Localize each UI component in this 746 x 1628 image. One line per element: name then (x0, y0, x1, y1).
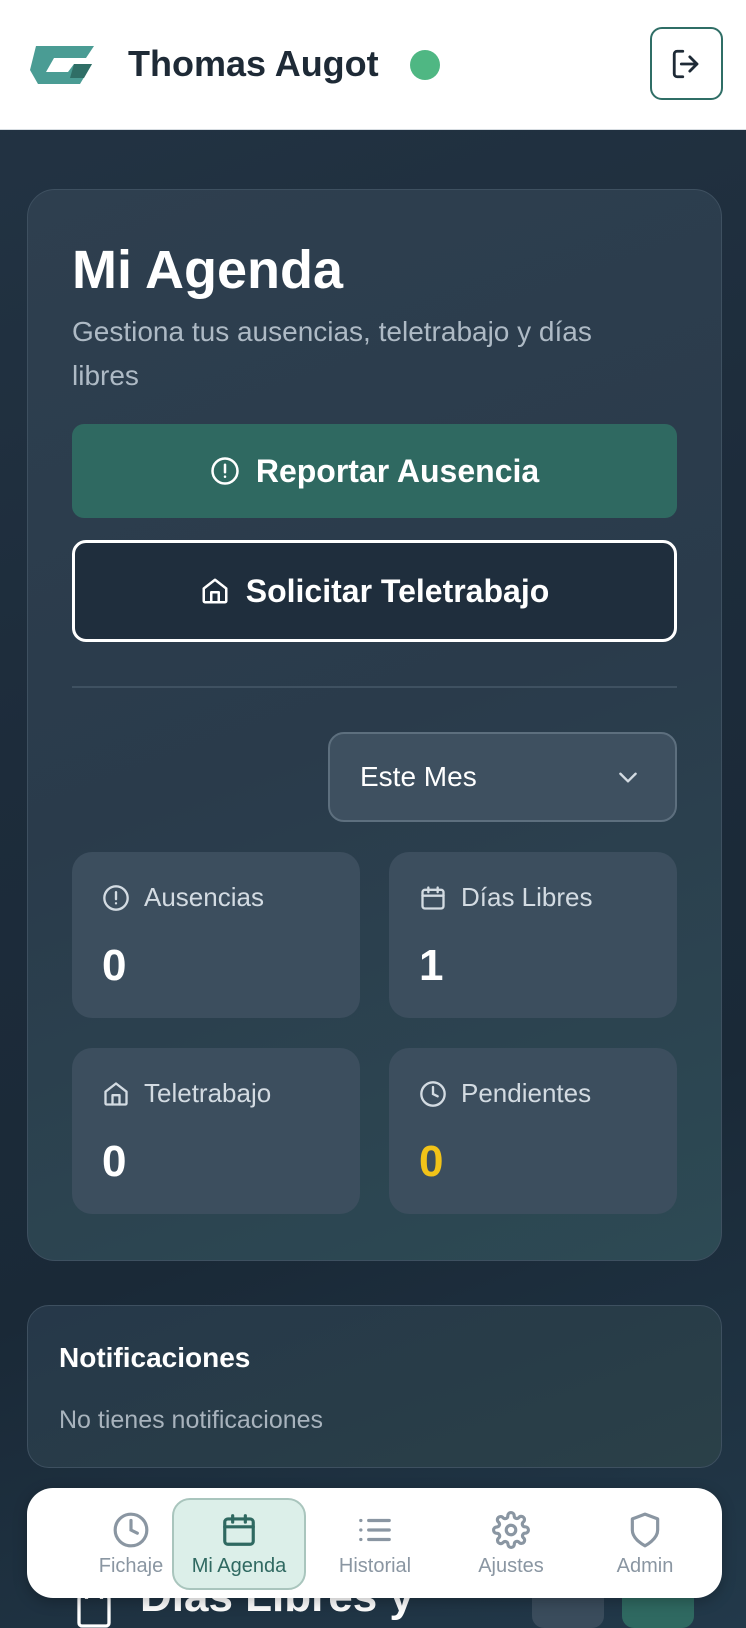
nav-item-mi-agenda[interactable]: Mi Agenda (172, 1498, 306, 1590)
period-select-value: Este Mes (360, 761, 477, 792)
logout-icon (672, 49, 698, 78)
stat-card-absences: Ausencias 0 (72, 852, 360, 1018)
request-telework-button[interactable]: Solicitar Teletrabajo (72, 540, 677, 642)
bottom-navigation: Fichaje Mi Agenda Historial Ajustes Admi… (27, 1488, 722, 1598)
clock-icon (113, 1512, 149, 1547)
gear-icon (492, 1510, 530, 1549)
user-name: Thomas Augot (128, 43, 379, 84)
calendar-icon (223, 1513, 255, 1546)
brand-logo (30, 46, 94, 84)
notifications-title: Notificaciones (59, 1342, 251, 1373)
stat-label: Días Libres (461, 882, 593, 912)
nav-item-ajustes[interactable]: Ajustes (445, 1498, 577, 1590)
nav-item-label: Historial (338, 1554, 412, 1577)
nav-item-label: Mi Agenda (191, 1554, 287, 1577)
stat-label: Ausencias (144, 882, 264, 912)
chevron-down-icon (619, 772, 637, 783)
home-icon (202, 578, 228, 604)
page-subtitle: Gestiona tus ausencias, teletrabajo y dí… (72, 316, 592, 391)
home-icon (104, 1081, 128, 1106)
alert-circle-icon (211, 457, 239, 485)
stat-label: Pendientes (461, 1078, 592, 1108)
page-title: Mi Agenda (72, 240, 344, 300)
stat-value: 0 (419, 1137, 444, 1186)
clock-icon (420, 1080, 446, 1107)
notifications-empty-text: No tienes notificaciones (59, 1406, 324, 1434)
stat-value: 1 (419, 941, 444, 990)
list-icon (359, 1518, 391, 1541)
period-select[interactable]: Este Mes (328, 732, 677, 822)
stat-card-free-days: Días Libres 1 (389, 852, 677, 1018)
nav-item-label: Ajustes (478, 1554, 544, 1577)
stat-value: 0 (102, 1137, 127, 1186)
stat-card-pending: Pendientes 0 (389, 1048, 677, 1214)
nav-item-label: Admin (616, 1554, 674, 1577)
online-status-indicator (410, 50, 440, 80)
alert-circle-icon (103, 884, 129, 911)
logout-button[interactable] (650, 27, 723, 100)
report-absence-label: Reportar Ausencia (255, 452, 540, 489)
notifications-card (27, 1305, 722, 1468)
stat-card-telework: Teletrabajo 0 (72, 1048, 360, 1214)
request-telework-label: Solicitar Teletrabajo (245, 572, 550, 609)
divider (72, 686, 677, 688)
shield-icon (630, 1512, 660, 1547)
nav-item-admin[interactable]: Admin (579, 1498, 711, 1590)
nav-item-historial[interactable]: Historial (309, 1498, 441, 1590)
stat-value: 0 (102, 941, 127, 990)
calendar-icon (421, 885, 445, 910)
report-absence-button[interactable]: Reportar Ausencia (72, 424, 677, 518)
nav-item-label: Fichaje (98, 1554, 164, 1577)
stat-label: Teletrabajo (144, 1078, 272, 1108)
app-header: Thomas Augot (0, 0, 746, 130)
